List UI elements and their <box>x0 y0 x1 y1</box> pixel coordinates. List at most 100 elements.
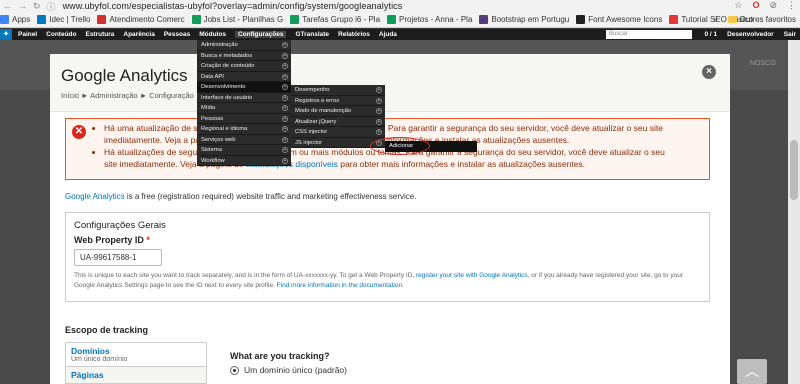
tab-domains[interactable]: Domínios Um único domínio <box>66 343 206 367</box>
expand-icon[interactable]: + <box>282 126 288 132</box>
config-dropdown-menu: Administração + Busca e metadados + Criação … <box>197 40 291 166</box>
more-bookmarks[interactable]: » <box>713 15 717 24</box>
expand-icon[interactable]: + <box>376 87 382 93</box>
back-to-top-button[interactable]: ︿ <box>737 359 767 384</box>
menu-item[interactable]: Data API + <box>197 72 291 82</box>
general-settings-fieldset: Configurações Gerais Web Property ID * U… <box>65 212 710 302</box>
page-title: Google Analytics <box>61 66 188 85</box>
menu-item[interactable]: Busca e metadados + <box>197 51 291 61</box>
menu-icon[interactable]: ⋮ <box>787 0 796 11</box>
expand-icon[interactable]: + <box>282 157 288 164</box>
bookmark-item[interactable]: Jobs List - Planilhas G <box>191 15 283 24</box>
back-icon[interactable]: ← <box>0 1 15 11</box>
highlight-circle <box>370 137 430 155</box>
expand-icon[interactable]: + <box>282 147 288 153</box>
toolbar-counter[interactable]: 0 / 1 <box>704 29 717 40</box>
tab-pages[interactable]: Páginas <box>66 367 206 384</box>
bookmark-icon <box>669 15 679 24</box>
expand-icon[interactable]: + <box>376 129 382 135</box>
menu-item[interactable]: Desenvolvimento + <box>197 82 291 93</box>
bookmark-icon <box>97 15 107 24</box>
bookmark-item[interactable]: Idec | Trello <box>37 15 90 24</box>
expand-icon[interactable]: + <box>282 84 288 90</box>
bookmark-icon <box>290 15 300 24</box>
menu-item[interactable]: Workflow + <box>197 156 291 166</box>
menu-item[interactable]: Pessoas + <box>197 114 291 124</box>
toolbar-item[interactable]: Painel <box>18 31 37 38</box>
menu-item[interactable]: Mídia + <box>197 103 291 114</box>
reload-icon[interactable]: ↻ <box>30 1 44 12</box>
other-bookmarks[interactable]: Outros favoritos <box>740 15 796 24</box>
web-property-label: Web Property ID * <box>74 235 150 245</box>
opera-icon[interactable]: O <box>752 0 759 11</box>
menu-item[interactable]: Modo de manutenção + <box>291 106 385 117</box>
radio-icon[interactable] <box>230 365 239 375</box>
menu-item[interactable]: Sistema + <box>197 145 291 156</box>
bookmarks-bar: Apps Idec | Trello Atendimento Comerc Jobs … <box>0 12 800 28</box>
toolbar-user[interactable]: Desenvolvedor <box>727 29 774 40</box>
tracking-scope-title: Escopo de tracking <box>65 325 149 335</box>
expand-icon[interactable]: + <box>282 136 288 143</box>
toolbar-item[interactable]: Configurações <box>234 31 287 38</box>
bookmark-item[interactable]: Font Awesome Icons <box>576 15 662 24</box>
expand-icon[interactable]: + <box>376 97 382 104</box>
menu-item[interactable]: Interface de usuário + <box>197 93 291 103</box>
bookmark-item[interactable]: Tarefas Grupo i6 - Pla <box>290 15 380 24</box>
web-property-input[interactable]: UA-99617588-1 <box>74 249 162 266</box>
dev-submenu: Desempenho + Registros e erros + Modo de man… <box>291 85 385 148</box>
expand-icon[interactable]: + <box>282 94 288 101</box>
toolbar-item[interactable]: Pessoas <box>164 31 190 38</box>
expand-icon[interactable]: + <box>282 52 288 59</box>
single-domain-radio[interactable]: Um domínio único (padrão) <box>230 365 347 375</box>
toolbar-item[interactable]: Aparência <box>123 31 154 38</box>
toolbar-search-input[interactable]: Buscar <box>606 30 692 39</box>
folder-icon <box>727 16 737 23</box>
background-text: NOSCO <box>750 60 776 67</box>
drupal-logo-icon[interactable]: ✦ <box>0 29 12 40</box>
menu-item[interactable]: CSS injector + <box>291 127 385 138</box>
menu-item[interactable]: Administração + <box>197 40 291 51</box>
toolbar-item[interactable]: GTranslate <box>295 31 329 38</box>
toolbar-item[interactable]: Ajuda <box>379 31 397 38</box>
expand-icon[interactable]: + <box>376 118 382 125</box>
bookmark-item[interactable]: Apps <box>0 15 30 24</box>
expand-icon[interactable]: + <box>376 108 382 114</box>
toolbar-logout[interactable]: Sair <box>784 29 796 40</box>
menu-item[interactable]: Regional e idioma + <box>197 124 291 135</box>
expand-icon[interactable]: + <box>282 105 288 111</box>
module-description: Google Analytics is a free (registration… <box>65 192 417 201</box>
page-scrollbar[interactable] <box>788 40 800 384</box>
documentation-link[interactable]: Find more information in the documentati… <box>277 282 402 289</box>
fieldset-legend: Configurações Gerais <box>74 220 166 231</box>
close-icon[interactable]: × <box>702 65 716 79</box>
dialog-header: Google Analytics Início ► Administração … <box>50 54 730 112</box>
expand-icon[interactable]: + <box>282 63 288 69</box>
menu-item[interactable]: Atualizar jQuery + <box>291 117 385 127</box>
breadcrumb[interactable]: Início ► Administração ► Configuração <box>61 91 194 100</box>
menu-item[interactable]: Serviços web + <box>197 135 291 145</box>
overlay-dialog: Google Analytics Início ► Administração … <box>50 54 730 384</box>
bookmark-item[interactable]: Projetos - Anna - Pla <box>387 15 472 24</box>
info-icon[interactable]: ⓘ <box>44 0 59 13</box>
extension-icon[interactable]: ⊘ <box>769 0 777 11</box>
expand-icon[interactable]: + <box>282 73 288 80</box>
bookmark-item[interactable]: Bootstrap em Portugu <box>479 15 569 24</box>
menu-item[interactable]: Criação de conteúdo + <box>197 61 291 72</box>
expand-icon[interactable]: + <box>282 42 288 48</box>
star-icon[interactable]: ☆ <box>734 0 742 11</box>
menu-item[interactable]: Desempenho + <box>291 85 385 96</box>
toolbar-item[interactable]: Estrutura <box>85 31 114 38</box>
forward-icon[interactable]: → <box>15 1 30 11</box>
toolbar-item[interactable]: Relatórios <box>338 31 370 38</box>
url-input[interactable]: www.ubyfol.com/especialistas-ubyfol?over… <box>63 1 403 11</box>
register-link[interactable]: register your site with Google Analytics <box>416 272 528 279</box>
bookmark-icon <box>576 15 586 24</box>
toolbar-item[interactable]: Módulos <box>199 31 226 38</box>
bookmark-item[interactable]: Atendimento Comerc <box>97 15 185 24</box>
expand-icon[interactable]: + <box>282 115 288 122</box>
toolbar-item[interactable]: Conteúdo <box>46 31 76 38</box>
vertical-tabs: Domínios Um único domínio Páginas <box>65 342 207 384</box>
scrollbar-thumb[interactable] <box>790 140 798 200</box>
menu-item[interactable]: Registros e erros + <box>291 96 385 106</box>
google-analytics-link[interactable]: Google Analytics <box>65 192 125 201</box>
